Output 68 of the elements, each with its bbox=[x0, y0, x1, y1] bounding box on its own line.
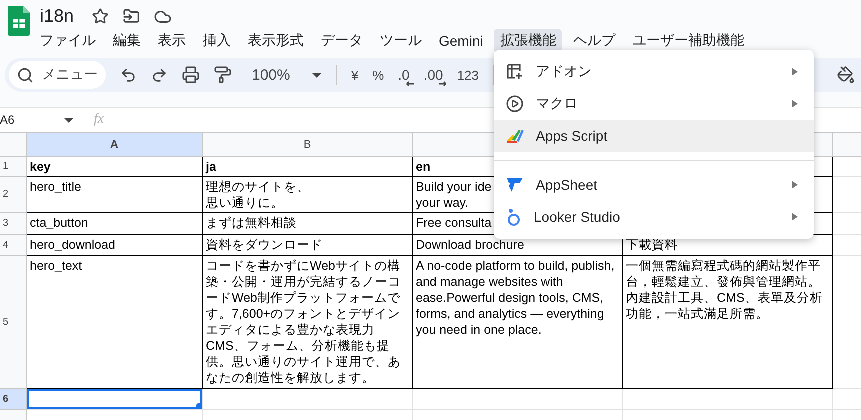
formula-label: fx bbox=[94, 112, 104, 128]
menu-item[interactable]: 編集 bbox=[107, 29, 147, 53]
number-format-button[interactable]: 123 bbox=[457, 68, 480, 82]
caret-icon[interactable] bbox=[64, 118, 74, 122]
cell-line: Build your ide bbox=[416, 179, 492, 195]
cell-line: your way. bbox=[416, 195, 469, 211]
column-header[interactable]: A bbox=[27, 133, 203, 157]
search-icon bbox=[17, 66, 34, 84]
looker-icon bbox=[506, 207, 522, 227]
table-cell: hero_title bbox=[27, 177, 203, 213]
number-format-button[interactable]: .0 bbox=[398, 67, 410, 83]
cell-line: 思い通りに。 bbox=[206, 195, 284, 211]
row-header[interactable]: 6 bbox=[0, 389, 27, 410]
menu-item[interactable]: 挿入 bbox=[197, 29, 237, 53]
dropdown-item[interactable]: Apps Script bbox=[494, 120, 814, 152]
apps-script-icon bbox=[506, 128, 524, 144]
item-label: アドオン bbox=[536, 63, 593, 81]
table-cell: hero_text bbox=[27, 256, 203, 389]
menu-item[interactable]: ユーザー補助機能 bbox=[626, 29, 750, 53]
table-cell: 資料をダウンロード bbox=[203, 235, 413, 256]
name-box[interactable]: A6 bbox=[0, 113, 60, 127]
star-icon[interactable] bbox=[92, 8, 110, 25]
undo-icon[interactable] bbox=[120, 66, 137, 84]
menu-search-field[interactable]: メニュー bbox=[9, 61, 106, 89]
table-cell: A no-code platform to build, publish, and manage websites with ease.Powerful design tools, CMS, forms, and analytics — everything you need in one place. bbox=[413, 256, 623, 389]
document-title[interactable]: i18n bbox=[40, 6, 74, 27]
column-header[interactable]: B bbox=[203, 133, 413, 157]
table-cell: 一個無需編寫程式碼的網站製作平台，輕鬆建立、發佈與管理網站。內建設計工具、CMS、表單及分析功能，一站式滿足所需。 bbox=[623, 256, 833, 389]
row-header[interactable]: 3 bbox=[0, 213, 27, 235]
arrow-left-icon bbox=[406, 81, 414, 87]
menu-item[interactable]: Gemini bbox=[433, 30, 490, 52]
menu-item[interactable]: データ bbox=[315, 29, 369, 53]
table-cell: まずは無料相談 bbox=[203, 213, 413, 235]
fill-color-icon[interactable] bbox=[837, 66, 855, 84]
dropdown-item[interactable]: マクロ bbox=[494, 88, 814, 120]
row-header[interactable]: 1 bbox=[0, 157, 27, 177]
menu-item[interactable]: 表示 bbox=[152, 29, 192, 53]
menu-item[interactable]: 表示形式 bbox=[242, 29, 310, 53]
print-icon[interactable] bbox=[182, 66, 200, 84]
table-cell: ja bbox=[203, 157, 413, 177]
add-on-icon bbox=[506, 63, 524, 81]
number-format-button[interactable]: % bbox=[372, 68, 384, 82]
arrow-right-icon bbox=[439, 81, 448, 87]
row-header[interactable]: 4 bbox=[0, 235, 27, 256]
item-label: Apps Script bbox=[536, 128, 609, 144]
move-folder-icon[interactable] bbox=[123, 8, 140, 25]
row-header[interactable]: 2 bbox=[0, 177, 27, 213]
appsheet-icon bbox=[506, 177, 524, 193]
redo-icon[interactable] bbox=[151, 66, 168, 84]
dropdown-item[interactable]: アドオン bbox=[494, 56, 814, 88]
sheets-logo-icon[interactable] bbox=[8, 6, 30, 36]
item-label: マクロ bbox=[536, 95, 579, 113]
table-cell: cta_button bbox=[27, 213, 203, 235]
zoom-select[interactable]: 100% bbox=[252, 66, 322, 84]
number-format-button[interactable]: .00 bbox=[424, 67, 444, 83]
number-format-button[interactable]: ¥ bbox=[351, 68, 359, 82]
menu-item[interactable]: ヘルプ bbox=[567, 29, 622, 53]
table-cell: コードを書かずにWebサイトの構築・公開・運用が完結するノーコードWeb制作プラットフォームです。7,600+のフォントとデザインエディタによる豊かな表現力CMS、フォーム、分析機能も提供。思い通りのサイト運用で、あなたの創造性を解放します。 bbox=[203, 256, 413, 389]
item-label: AppSheet bbox=[536, 177, 598, 193]
caret-icon bbox=[312, 72, 322, 78]
menu-item[interactable]: ファイル bbox=[34, 29, 102, 53]
play-icon bbox=[506, 95, 524, 113]
row-header[interactable]: 5 bbox=[0, 256, 27, 389]
table-cell: key bbox=[27, 157, 203, 177]
paint-format-icon[interactable] bbox=[214, 66, 232, 84]
menu-item[interactable]: ツール bbox=[374, 29, 428, 53]
cell-line: 理想のサイトを、 bbox=[206, 179, 310, 195]
table-cell: hero_download bbox=[27, 235, 203, 256]
